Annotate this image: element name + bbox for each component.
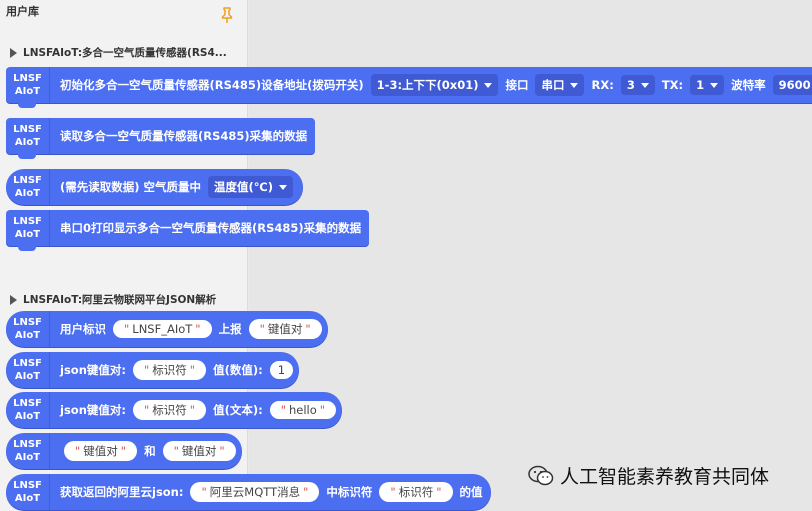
dropdown-arrow-icon: [570, 82, 579, 88]
watermark: 人工智能素养教育共同体: [528, 462, 769, 489]
lnsf-aiot-logo: LNSF AIoT: [6, 392, 50, 428]
block-label: json键值对:: [60, 363, 126, 377]
key-input[interactable]: " 标识符 ": [132, 400, 207, 420]
air-quality-value-block[interactable]: LNSF AIoT (需先读取数据) 空气质量中 温度值(℃): [6, 169, 303, 205]
rx-label: RX:: [591, 78, 614, 92]
category-aliyun-json[interactable]: LNSFAIoT:阿里云物联网平台JSON解析: [10, 292, 216, 307]
block-label: (需先读取数据) 空气质量中: [60, 180, 202, 194]
value-label: 值(文本):: [213, 403, 263, 417]
lnsf-aiot-logo: LNSF AIoT: [6, 67, 50, 103]
left-kv-input[interactable]: " 键值对 ": [64, 441, 138, 461]
field-dropdown[interactable]: 温度值(℃): [208, 176, 293, 198]
text-input[interactable]: " hello ": [269, 401, 337, 419]
block-label: 读取多合一空气质量传感器(RS485)采集的数据: [60, 129, 308, 143]
get-aliyun-json-block[interactable]: LNSF AIoT 获取返回的阿里云json: " 阿里云MQTT消息 " 中标识符 …: [6, 474, 491, 510]
user-id-label: 用户标识: [60, 322, 106, 336]
key-input[interactable]: " 标识符 ": [132, 360, 207, 380]
payload-input[interactable]: " 键值对 ": [248, 319, 322, 339]
dropdown-arrow-icon: [278, 184, 287, 190]
block-label: 初始化多合一空气质量传感器(RS485)设备地址(拨码开关): [60, 78, 364, 92]
json-kv-text-block[interactable]: LNSF AIoT json键值对: " 标识符 " 值(文本): " hello ": [6, 392, 343, 428]
category-air-quality[interactable]: LNSFAIoT:多合一空气质量传感器(RS4...: [10, 45, 227, 60]
right-kv-input[interactable]: " 键值对 ": [162, 441, 236, 461]
block-label: json键值对:: [60, 403, 126, 417]
baud-label: 波特率: [731, 78, 766, 92]
dropdown-arrow-icon: [710, 82, 719, 88]
read-sensor-block[interactable]: LNSF AIoT 读取多合一空气质量传感器(RS485)采集的数据: [6, 118, 316, 159]
port-dropdown[interactable]: 串口: [535, 74, 585, 96]
json-kv-number-block[interactable]: LNSF AIoT json键值对: " 标识符 " 值(数值): 1: [6, 352, 300, 388]
expand-triangle-icon: [10, 294, 17, 305]
expand-triangle-icon: [10, 47, 17, 58]
tx-dropdown[interactable]: 1: [690, 75, 725, 95]
report-block[interactable]: LNSF AIoT 用户标识 " LNSF_AIoT " 上报 " 键值对 ": [6, 311, 328, 347]
json-join-block[interactable]: LNSF AIoT " 键值对 " 和 " 键值对 ": [6, 433, 242, 469]
watermark-text: 人工智能素养教育共同体: [560, 466, 770, 488]
user-id-input[interactable]: " LNSF_AIoT ": [113, 320, 212, 338]
key-label: 中标识符: [326, 485, 373, 499]
address-dropdown[interactable]: 1-3:上下下(0x01): [370, 74, 499, 96]
tx-label: TX:: [661, 78, 684, 92]
rx-dropdown[interactable]: 3: [620, 75, 655, 95]
category-label: LNSFAIoT:阿里云物联网平台JSON解析: [23, 294, 217, 306]
lnsf-aiot-logo: LNSF AIoT: [6, 352, 50, 388]
port-label: 接口: [505, 78, 529, 92]
category-label: LNSFAIoT:多合一空气质量传感器(RS4...: [23, 47, 227, 59]
message-input[interactable]: " 阿里云MQTT消息 ": [190, 482, 320, 502]
wechat-icon: [528, 465, 554, 485]
baud-dropdown[interactable]: 9600: [772, 75, 812, 95]
number-input[interactable]: 1: [269, 361, 294, 379]
dropdown-arrow-icon: [484, 82, 493, 88]
lnsf-aiot-logo: LNSF AIoT: [6, 169, 50, 205]
pin-icon[interactable]: [218, 6, 236, 24]
lnsf-aiot-logo: LNSF AIoT: [6, 118, 50, 154]
lnsf-aiot-logo: LNSF AIoT: [6, 311, 50, 347]
and-label: 和: [144, 444, 156, 458]
block-label: 获取返回的阿里云json:: [60, 485, 184, 499]
init-sensor-block[interactable]: LNSF AIoT 初始化多合一空气质量传感器(RS485)设备地址(拨码开关) …: [6, 67, 812, 108]
library-title: 用户库: [6, 5, 39, 18]
lnsf-aiot-logo: LNSF AIoT: [6, 433, 50, 469]
value-label: 值(数值):: [213, 363, 263, 377]
dropdown-arrow-icon: [640, 82, 649, 88]
lnsf-aiot-logo: LNSF AIoT: [6, 474, 50, 510]
serial-print-block[interactable]: LNSF AIoT 串口0打印显示多合一空气质量传感器(RS485)采集的数据: [6, 210, 370, 251]
block-label: 串口0打印显示多合一空气质量传感器(RS485)采集的数据: [60, 221, 362, 235]
key-input[interactable]: " 标识符 ": [379, 482, 453, 502]
value-of-label: 的值: [459, 485, 483, 499]
report-label: 上报: [218, 322, 242, 336]
lnsf-aiot-logo: LNSF AIoT: [6, 210, 50, 246]
